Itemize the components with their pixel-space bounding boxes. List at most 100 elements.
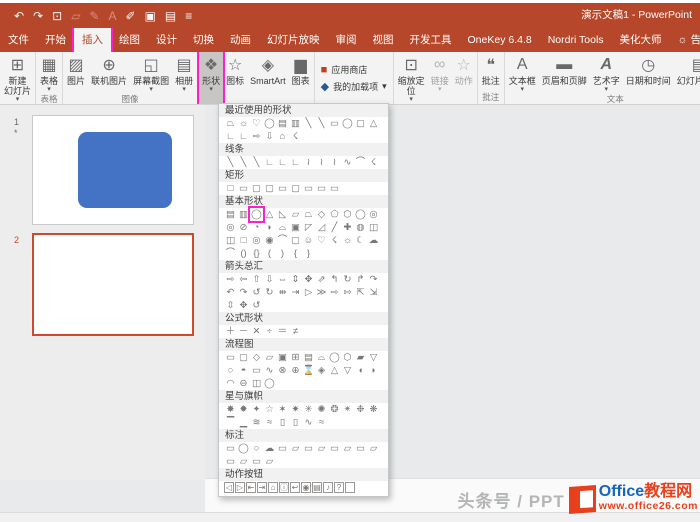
shape-cell[interactable]: ↶	[224, 286, 237, 299]
slide-number-button[interactable]: ▤ 幻灯片编号	[674, 52, 700, 93]
shape-cell[interactable]: ○	[224, 364, 237, 377]
shape-cell[interactable]: ◔	[250, 221, 263, 234]
shape-cell[interactable]: ✶	[276, 403, 289, 416]
shape-cell[interactable]: ▷	[302, 286, 315, 299]
shape-cell[interactable]: ⇗	[315, 273, 328, 286]
shape-cell[interactable]: ∟	[237, 130, 250, 143]
open-folder-icon[interactable]: ▤	[165, 10, 176, 22]
shape-cell[interactable]: ↩	[290, 482, 300, 493]
shape-cell[interactable]: ⓘ	[279, 482, 289, 493]
shape-cell[interactable]: ∿	[263, 364, 276, 377]
tab-file[interactable]: 文件	[0, 28, 37, 52]
shape-cell[interactable]: ▯	[276, 416, 289, 429]
shape-cell[interactable]: ✥	[302, 273, 315, 286]
shape-cell[interactable]: ▤	[224, 208, 237, 221]
tab-meihua[interactable]: 美化大师	[612, 28, 670, 52]
tab-tellme[interactable]: ☼告诉我你想要	[670, 28, 700, 52]
shape-cell[interactable]: ⊖	[237, 377, 250, 390]
datetime-button[interactable]: ◷ 日期和时间	[623, 52, 674, 93]
shape-cell[interactable]: ▣	[289, 221, 302, 234]
shape-cell[interactable]: (	[263, 247, 276, 260]
shape-cell[interactable]: ◯	[248, 206, 265, 223]
shape-cell[interactable]: ↺	[250, 286, 263, 299]
shape-cell[interactable]: ＝	[276, 325, 289, 338]
shape-cell[interactable]: ✦	[250, 403, 263, 416]
shape-cell[interactable]: ≀	[315, 156, 328, 169]
shape-cell[interactable]: ◫	[224, 234, 237, 247]
shape-cell[interactable]: ∟	[276, 156, 289, 169]
photo-album-button[interactable]: ▤ 相册 ▾	[172, 52, 196, 93]
smartart-button[interactable]: ◈ SmartArt	[247, 52, 289, 104]
shape-cell[interactable]: －	[237, 325, 250, 338]
shape-cell[interactable]: ⇨	[250, 130, 263, 143]
shape-cell[interactable]: ◖	[354, 364, 367, 377]
shape-cell[interactable]: ≈	[263, 416, 276, 429]
shape-cell[interactable]: ▭	[302, 182, 315, 195]
shape-cell[interactable]: ⏢	[302, 208, 315, 221]
shape-cell[interactable]: ⌂	[268, 482, 278, 493]
shape-cell[interactable]: ▭	[276, 442, 289, 455]
shape-cell[interactable]: ▢	[289, 234, 302, 247]
shape-cell[interactable]: ◉	[263, 234, 276, 247]
shape-cell[interactable]: ▭	[276, 182, 289, 195]
tab-developer[interactable]: 开发工具	[402, 28, 460, 52]
shape-cell[interactable]: ⌓	[276, 221, 289, 234]
tab-review[interactable]: 审阅	[328, 28, 365, 52]
shape-cell[interactable]: ☺	[302, 234, 315, 247]
shape-cell[interactable]: ▱	[237, 455, 250, 468]
shape-cell[interactable]: {	[289, 247, 302, 260]
tab-insert[interactable]: 插入	[72, 28, 113, 52]
shape-cell[interactable]: ⇰	[341, 286, 354, 299]
shape-cell[interactable]: ↱	[354, 273, 367, 286]
shape-cell[interactable]: ◁	[224, 482, 234, 493]
shape-cell[interactable]: ⌒	[276, 234, 289, 247]
shape-cell[interactable]: ↰	[328, 273, 341, 286]
start-slideshow-icon[interactable]: ⊡	[52, 10, 62, 22]
shape-cell[interactable]: ◉	[301, 482, 311, 493]
shape-cell[interactable]: ◸	[302, 221, 315, 234]
shape-cell[interactable]: △	[367, 117, 380, 130]
shape-cell[interactable]: ◺	[276, 208, 289, 221]
shape-cell[interactable]: ▭	[328, 117, 341, 130]
shape-cell[interactable]: ↷	[367, 273, 380, 286]
shape-cell[interactable]: ⬡	[341, 208, 354, 221]
shape-cell[interactable]: ⇳	[224, 299, 237, 312]
header-footer-button[interactable]: ▬ 页眉和页脚	[539, 52, 590, 93]
shape-cell[interactable]: ⇦	[237, 273, 250, 286]
shape-cell[interactable]: ✴	[341, 403, 354, 416]
shape-cell[interactable]: ⊕	[289, 364, 302, 377]
shape-cell[interactable]: ()	[237, 247, 250, 260]
tab-onekey[interactable]: OneKey 6.4.8	[460, 28, 540, 52]
shape-cell[interactable]: ▭	[354, 442, 367, 455]
shape-cell[interactable]: ⇩	[263, 130, 276, 143]
shape-cell[interactable]: ☇	[367, 156, 380, 169]
shape-cell[interactable]: ⇻	[276, 286, 289, 299]
shape-cell[interactable]: ≀	[302, 156, 315, 169]
chart-button[interactable]: ▆ 图表	[289, 52, 313, 104]
shape-cell[interactable]: ◇	[315, 208, 328, 221]
shape-cell[interactable]: ⬠	[328, 208, 341, 221]
format-painter-icon[interactable]: ✐	[126, 10, 136, 22]
shape-cell[interactable]: ↺	[250, 299, 263, 312]
shape-cell[interactable]: ▢	[237, 351, 250, 364]
shape-cell[interactable]: ▰	[354, 351, 367, 364]
new-slide-button[interactable]: ⊞ 新建 幻灯片 ▾	[1, 52, 34, 103]
shape-cell[interactable]: ⇧	[250, 273, 263, 286]
shape-cell[interactable]: ◗	[263, 221, 276, 234]
shape-cell[interactable]	[345, 482, 355, 493]
shape-cell[interactable]: ✕	[250, 325, 263, 338]
shape-cell[interactable]: ⇥	[257, 482, 267, 493]
undo-icon[interactable]: ↶	[14, 10, 24, 22]
table-button[interactable]: ▦ 表格 ▾	[37, 52, 61, 93]
shape-cell[interactable]: ◯	[341, 117, 354, 130]
shape-cell[interactable]: □	[224, 182, 237, 195]
tab-design[interactable]: 设计	[148, 28, 185, 52]
shape-cell[interactable]: ◎	[250, 234, 263, 247]
shape-cell[interactable]: ⌒	[224, 247, 237, 260]
shape-cell[interactable]: ▭	[237, 182, 250, 195]
shape-cell[interactable]: ☼	[237, 117, 250, 130]
shape-cell[interactable]: ☁	[367, 234, 380, 247]
tab-slideshow[interactable]: 幻灯片放映	[259, 28, 328, 52]
shape-cell[interactable]: ∿	[302, 416, 315, 429]
tab-nordri[interactable]: Nordri Tools	[540, 28, 612, 52]
